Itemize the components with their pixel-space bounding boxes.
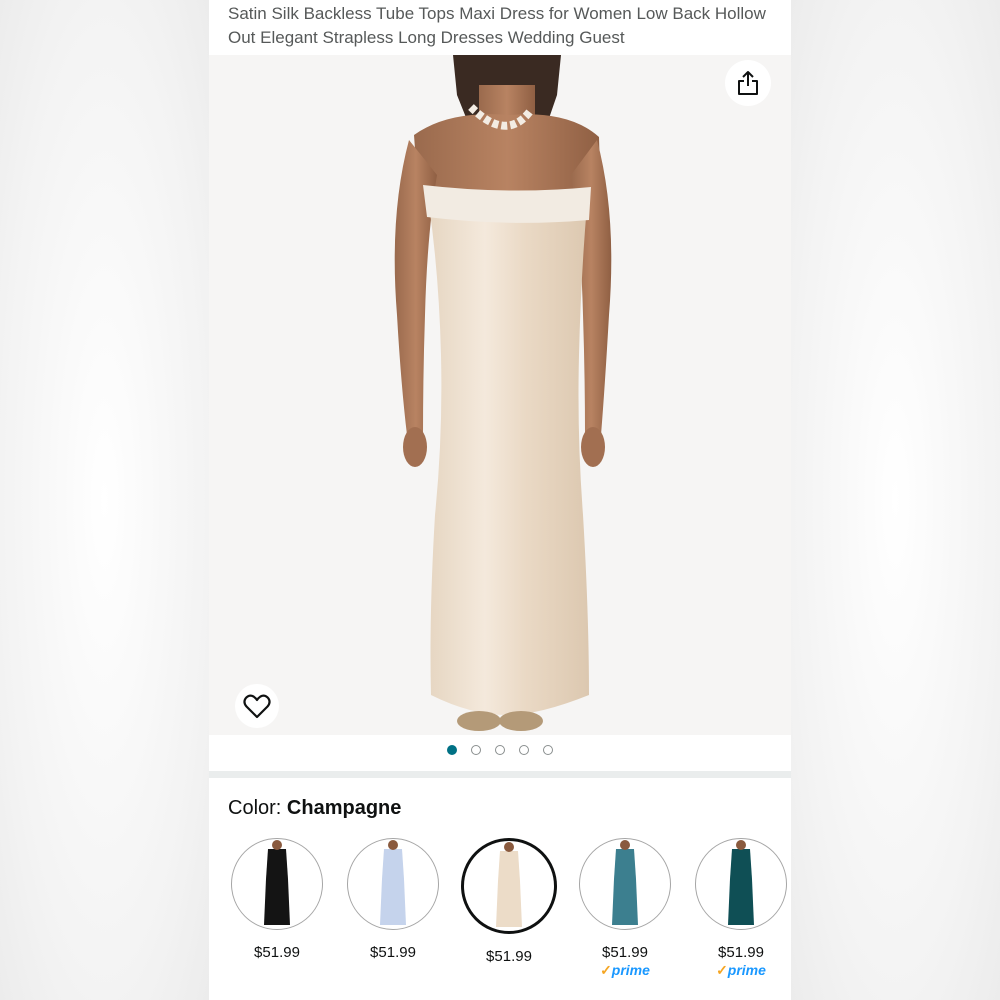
swatch-price: $51.99 [486,948,532,965]
background-left [0,0,209,1000]
color-swatch-list: $51.99 $51.99 $51.99 $51.99 ✓prime $51.9… [229,838,789,998]
product-image[interactable] [209,55,791,735]
swatch-price: $51.99 [254,944,300,961]
share-icon [738,71,758,95]
heart-icon [243,694,271,719]
share-button[interactable] [725,60,771,106]
prime-check-icon: ✓ [716,962,728,978]
prime-label: prime [727,962,766,978]
favorite-button[interactable] [235,684,279,728]
image-pagination [209,745,791,761]
color-swatch-champagne[interactable]: $51.99 [461,838,557,966]
pagination-dot-active[interactable] [447,745,457,755]
prime-badge: ✓prime [693,962,789,978]
swatch-price: $51.99 [370,944,416,961]
prime-label: prime [611,962,650,978]
color-label-prefix: Color: [228,797,287,819]
swatch-thumbnail [695,838,787,930]
color-swatch-light-blue[interactable]: $51.99 [345,838,441,962]
prime-badge: ✓prime [577,962,673,978]
color-swatch-black[interactable]: $51.99 [229,838,325,962]
swatch-thumbnail [231,838,323,930]
prime-check-icon: ✓ [600,962,612,978]
color-swatch-dark-teal[interactable]: $51.99 ✓prime [693,838,789,978]
pagination-dot[interactable] [495,745,505,755]
product-panel: Satin Silk Backless Tube Tops Maxi Dress… [209,0,791,1000]
section-divider [209,771,791,778]
swatch-thumbnail [461,838,557,934]
color-swatch-teal[interactable]: $51.99 ✓prime [577,838,673,978]
swatch-thumbnail [347,838,439,930]
swatch-price: $51.99 [718,944,764,961]
pagination-dot[interactable] [471,745,481,755]
swatch-thumbnail [579,838,671,930]
swatch-price: $51.99 [602,944,648,961]
selected-color-name: Champagne [286,797,402,819]
pagination-dot[interactable] [543,745,553,755]
dress-model-illustration [394,55,612,731]
pagination-dot[interactable] [519,745,529,755]
product-title: Satin Silk Backless Tube Tops Maxi Dress… [228,4,766,47]
color-selection-label: Color: Champagne [228,796,401,820]
background-right [791,0,1000,1000]
